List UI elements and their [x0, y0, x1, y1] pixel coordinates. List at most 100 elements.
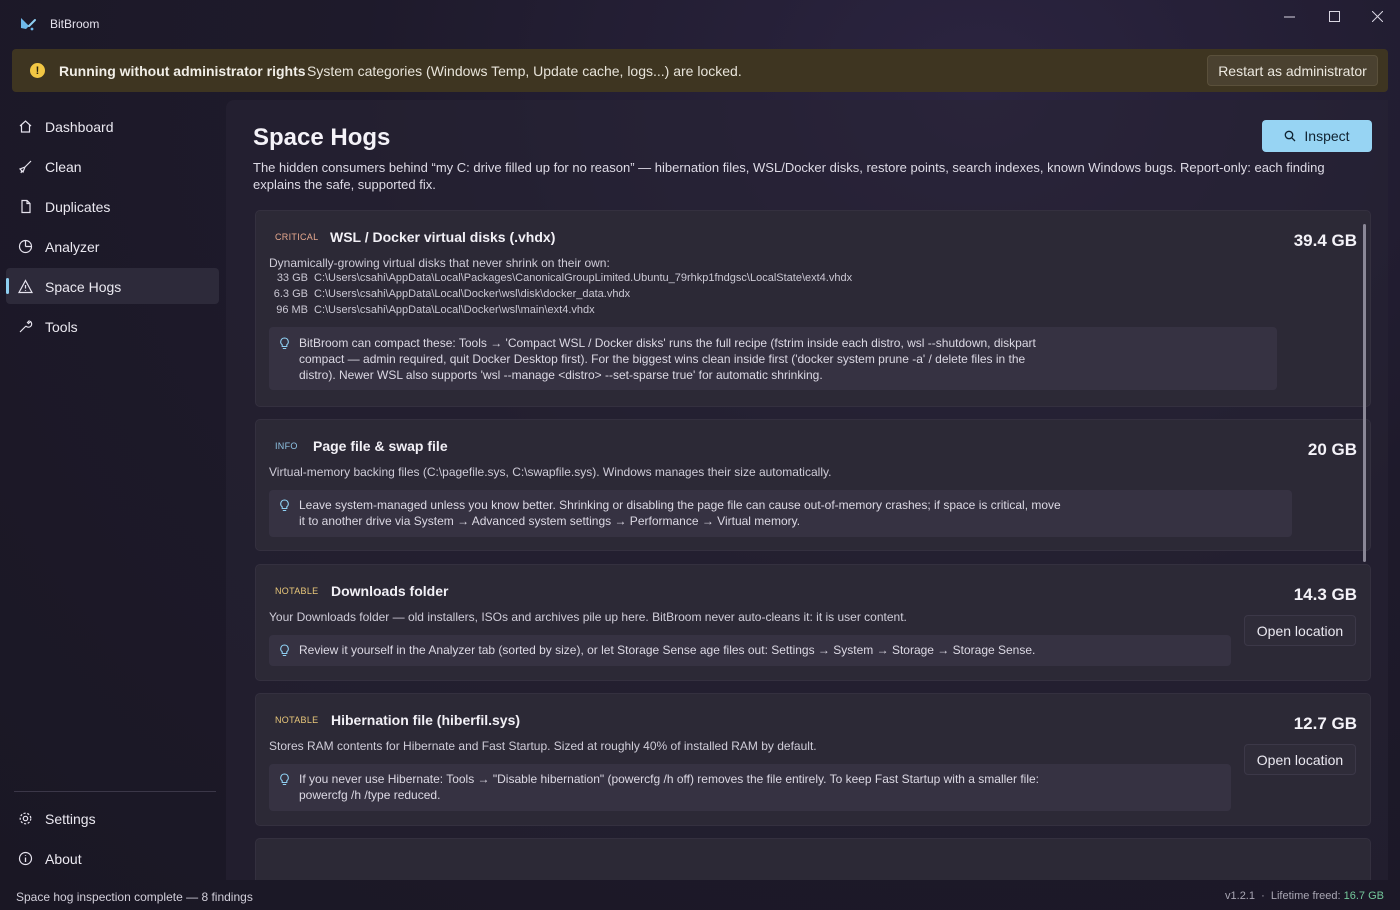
- severity-badge: NOTABLE: [275, 715, 319, 725]
- page-description: The hidden consumers behind “my C: drive…: [253, 160, 1325, 192]
- lifetime-freed-value: 16.7 GB: [1343, 890, 1384, 902]
- pie-chart-icon: [18, 239, 33, 254]
- path-text: C:\Users\csahi\AppData\Local\Docker\wsl\…: [314, 304, 595, 316]
- finding-size: 39.4 GB: [1293, 231, 1357, 250]
- tip-line: BitBroom can compact these: Tools → 'Com…: [299, 336, 1036, 350]
- finding-card: INFO Page file & swap file 20 GB Virtual…: [255, 419, 1371, 551]
- open-location-button[interactable]: Open location: [1244, 744, 1356, 775]
- page-title: Space Hogs: [253, 124, 391, 151]
- sidebar-item-about[interactable]: About: [6, 840, 219, 876]
- broom-icon: [18, 160, 32, 174]
- scrollbar-thumb[interactable]: [1363, 224, 1366, 562]
- version-label: v1.2.1: [1225, 890, 1255, 902]
- lightbulb-icon: [280, 644, 289, 657]
- sidebar-item-label: Analyzer: [45, 239, 100, 255]
- admin-warning-banner: ! Running without administrator rights S…: [12, 49, 1388, 92]
- sidebar-divider: [14, 791, 216, 792]
- path-entry: 33 GB C:\Users\csahi\AppData\Local\Packag…: [256, 272, 852, 284]
- wrench-icon: [19, 320, 33, 333]
- lightbulb-icon: [280, 773, 289, 786]
- home-icon: [19, 120, 32, 133]
- sidebar-item-label: Clean: [45, 159, 82, 175]
- finding-description: Virtual-memory backing files (C:\pagefil…: [269, 465, 832, 479]
- fix-tip: Leave system-managed unless you know bet…: [269, 490, 1292, 537]
- finding-size: 20 GB: [1307, 440, 1357, 459]
- path-text: C:\Users\csahi\AppData\Local\Packages\Ca…: [314, 272, 853, 284]
- finding-description: Dynamically-growing virtual disks that n…: [269, 256, 610, 270]
- inspect-button-label: Inspect: [1304, 128, 1350, 144]
- finding-size: 12.7 GB: [1293, 714, 1357, 733]
- finding-description: Stores RAM contents for Hibernate and Fa…: [269, 739, 817, 753]
- path-size: 33 GB: [276, 272, 308, 284]
- sidebar-item-dashboard[interactable]: Dashboard: [6, 108, 219, 144]
- sidebar-item-label: Duplicates: [45, 199, 111, 215]
- sidebar-item-label: Dashboard: [45, 119, 114, 135]
- severity-badge: CRITICAL: [275, 232, 319, 242]
- minimize-icon: [1283, 16, 1295, 17]
- finding-title: Downloads folder: [331, 583, 449, 599]
- path-size: 96 MB: [276, 304, 308, 316]
- tip-line: powercfg /h /type reduced.: [299, 788, 441, 802]
- sidebar: Dashboard Clean Duplicates Analyzer Spac…: [0, 100, 226, 880]
- inspect-button[interactable]: Inspect: [1262, 120, 1372, 152]
- severity-badge: NOTABLE: [275, 586, 319, 596]
- sidebar-item-label: Settings: [45, 811, 96, 827]
- warning-icon: [18, 279, 33, 294]
- lightbulb-icon: [280, 337, 289, 350]
- restart-as-admin-button[interactable]: Restart as administrator: [1207, 55, 1378, 86]
- search-icon: [1285, 130, 1296, 142]
- tip-line: it to another drive via System → Advance…: [299, 514, 801, 528]
- finding-title: Page file & swap file: [313, 438, 448, 454]
- sidebar-item-tools[interactable]: Tools: [6, 308, 219, 344]
- fix-tip: Review it yourself in the Analyzer tab (…: [269, 635, 1231, 666]
- banner-title: Running without administrator rights: [59, 63, 306, 79]
- finding-title: WSL / Docker virtual disks (.vhdx): [330, 229, 556, 245]
- minimize-button[interactable]: [1266, 0, 1312, 32]
- open-location-button[interactable]: Open location: [1244, 615, 1356, 646]
- sidebar-item-space-hogs[interactable]: Space Hogs: [6, 268, 219, 304]
- sidebar-item-label: Tools: [45, 319, 78, 335]
- lightbulb-icon: [280, 499, 289, 512]
- tip-line: compact — admin required, quit Docker De…: [299, 352, 1026, 366]
- maximize-icon: [1328, 10, 1340, 22]
- status-info: v1.2.1 · Lifetime freed: 16.7 GB: [1225, 890, 1384, 902]
- tip-line: Leave system-managed unless you know bet…: [299, 498, 1061, 512]
- severity-badge: INFO: [275, 441, 298, 451]
- path-entry: 96 MB C:\Users\csahi\AppData\Local\Docker…: [256, 304, 595, 316]
- status-bar: Space hog inspection complete — 8 findin…: [0, 882, 1400, 910]
- sidebar-item-analyzer[interactable]: Analyzer: [6, 228, 219, 264]
- finding-card: NOTABLE Hibernation file (hiberfil.sys) …: [255, 693, 1371, 826]
- app-title: BitBroom: [50, 17, 100, 31]
- tip-line: If you never use Hibernate: Tools → "Dis…: [299, 772, 1039, 786]
- path-size: 6.3 GB: [273, 288, 308, 300]
- close-button[interactable]: [1354, 0, 1400, 32]
- info-icon: [18, 851, 33, 866]
- finding-card: NOTABLE Downloads folder 14.3 GB Your Do…: [255, 564, 1371, 681]
- sidebar-item-label: Space Hogs: [45, 279, 122, 295]
- sidebar-item-clean[interactable]: Clean: [6, 148, 219, 184]
- fix-tip: BitBroom can compact these: Tools → 'Com…: [269, 327, 1277, 390]
- maximize-button[interactable]: [1311, 0, 1357, 32]
- lifetime-freed-label: Lifetime freed:: [1270, 890, 1341, 902]
- warning-icon: !: [30, 63, 45, 78]
- main-content: Space Hogs The hidden consumers behind “…: [226, 100, 1388, 880]
- sidebar-item-duplicates[interactable]: Duplicates: [6, 188, 219, 224]
- close-icon: [1371, 10, 1383, 22]
- status-message: Space hog inspection complete — 8 findin…: [16, 890, 253, 904]
- finding-size: 14.3 GB: [1293, 585, 1357, 604]
- finding-description: Your Downloads folder — old installers, …: [269, 610, 907, 624]
- app-logo-icon: [21, 18, 36, 31]
- path-entry: 6.3 GB C:\Users\csahi\AppData\Local\Docke…: [256, 288, 630, 300]
- gear-icon: [19, 812, 32, 825]
- fix-tip: If you never use Hibernate: Tools → "Dis…: [269, 764, 1231, 811]
- finding-card-partial: [255, 838, 1371, 880]
- sidebar-item-settings[interactable]: Settings: [6, 800, 219, 836]
- tip-line: Review it yourself in the Analyzer tab (…: [299, 643, 1036, 657]
- path-text: C:\Users\csahi\AppData\Local\Docker\wsl\…: [314, 288, 631, 300]
- copy-icon: [21, 199, 31, 214]
- title-bar: BitBroom: [0, 0, 1400, 48]
- finding-card: CRITICAL WSL / Docker virtual disks (.vh…: [255, 210, 1371, 407]
- tip-line: distro). Newer WSL also supports 'wsl --…: [299, 368, 823, 382]
- finding-title: Hibernation file (hiberfil.sys): [331, 712, 521, 728]
- sidebar-item-label: About: [45, 851, 82, 867]
